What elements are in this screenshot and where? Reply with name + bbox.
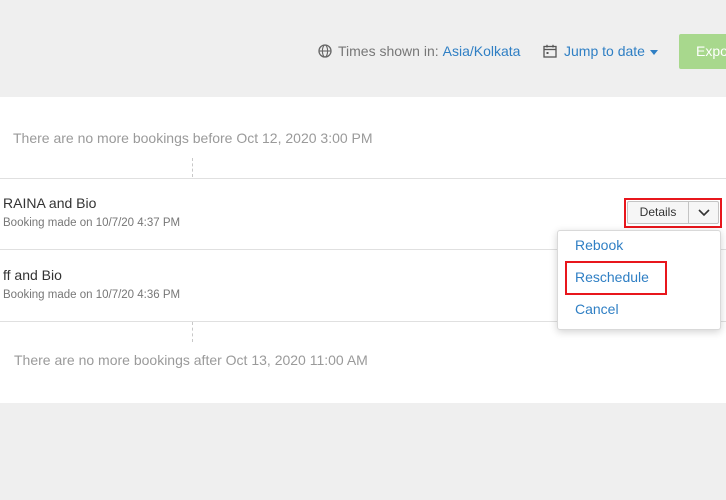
booking-subtitle: Booking made on 10/7/20 4:36 PM [3, 289, 181, 301]
booking-subtitle: Booking made on 10/7/20 4:37 PM [3, 217, 181, 229]
timeline-divider [192, 158, 193, 177]
chevron-down-icon[interactable] [689, 202, 718, 223]
booking-title[interactable]: ff and Bio [3, 267, 62, 283]
timezone-indicator: Times shown in: Asia/Kolkata [318, 42, 520, 60]
menu-item-rebook[interactable]: Rebook [575, 237, 623, 253]
row-divider [0, 178, 726, 179]
menu-item-cancel[interactable]: Cancel [575, 301, 619, 317]
timeline-divider [192, 322, 193, 342]
booking-actions-menu: Rebook Reschedule Cancel [557, 230, 721, 330]
calendar-icon [543, 44, 557, 58]
jump-to-date-label: Jump to date [564, 43, 645, 59]
no-more-after-message: There are no more bookings after Oct 13,… [14, 352, 368, 368]
details-button[interactable]: Details [628, 202, 689, 223]
export-button[interactable]: Export [679, 34, 726, 69]
globe-icon [318, 44, 332, 58]
bookings-panel: There are no more bookings before Oct 12… [0, 97, 726, 403]
timezone-link[interactable]: Asia/Kolkata [443, 43, 521, 59]
timezone-prefix: Times shown in: [338, 43, 439, 59]
menu-item-reschedule[interactable]: Reschedule [575, 269, 649, 285]
no-more-before-message: There are no more bookings before Oct 12… [13, 130, 373, 146]
top-bar: Times shown in: Asia/Kolkata Jump to dat… [0, 0, 726, 97]
details-split-button[interactable]: Details [627, 201, 719, 224]
booking-title[interactable]: RAINA and Bio [3, 195, 96, 211]
caret-down-icon [649, 49, 658, 55]
jump-to-date-button[interactable]: Jump to date [543, 42, 658, 60]
